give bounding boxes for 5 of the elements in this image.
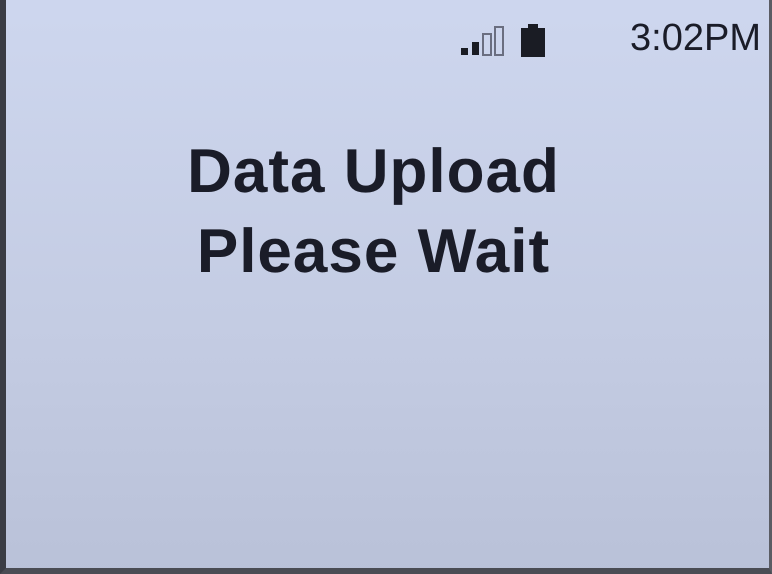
clock-time: 3:02PM — [630, 16, 761, 60]
status-message: Data Upload — [187, 136, 560, 208]
status-message: Please Wait — [196, 216, 550, 288]
signal-icon — [460, 26, 506, 56]
battery-icon — [520, 24, 546, 58]
